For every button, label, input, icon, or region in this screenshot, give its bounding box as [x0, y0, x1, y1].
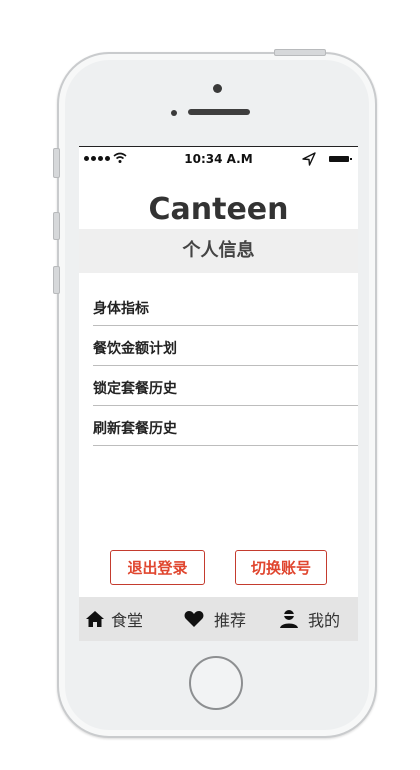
tab-label: 食堂 [111, 611, 144, 630]
silent-switch [53, 148, 60, 178]
menu-item-label: 餐饮金额计划 [93, 341, 177, 357]
battery-icon [329, 156, 352, 162]
home-button[interactable] [189, 656, 243, 710]
tab-bar: 食堂 推荐 我的 [79, 597, 358, 641]
location-arrow-icon [302, 152, 316, 166]
status-bar: 10:34 A.M [79, 146, 358, 170]
phone-screen: 10:34 A.M Canteen 个人信息 身体指标 餐饮金额计划 锁定套餐历… [79, 146, 358, 641]
tab-mine[interactable]: 我的 [279, 597, 340, 641]
tab-canteen[interactable]: 食堂 [85, 597, 143, 641]
tab-label: 推荐 [214, 611, 247, 630]
section-header: 个人信息 [79, 229, 358, 273]
proximity-sensor [171, 110, 177, 116]
menu-item-label: 身体指标 [93, 301, 149, 317]
app-title: Canteen [148, 192, 289, 227]
volume-down-button [53, 266, 60, 294]
volume-up-button [53, 212, 60, 240]
earpiece-speaker [188, 109, 250, 115]
switch-account-button[interactable]: 切换账号 [235, 550, 327, 585]
logout-button[interactable]: 退出登录 [110, 550, 205, 585]
menu-item-label: 锁定套餐历史 [93, 381, 177, 397]
menu-item-refresh-meal-history[interactable]: 刷新套餐历史 [93, 406, 358, 446]
menu-item-locked-meal-history[interactable]: 锁定套餐历史 [93, 366, 358, 406]
user-icon [280, 610, 298, 628]
front-camera [213, 84, 222, 93]
menu-item-body-metrics[interactable]: 身体指标 [93, 286, 358, 326]
menu-item-label: 刷新套餐历史 [93, 421, 177, 437]
heart-icon [184, 611, 204, 627]
tab-recommend[interactable]: 推荐 [184, 597, 246, 641]
section-title: 个人信息 [182, 240, 255, 261]
tab-label: 我的 [308, 611, 341, 630]
profile-menu: 身体指标 餐饮金额计划 锁定套餐历史 刷新套餐历史 [93, 286, 358, 446]
account-actions: 退出登录 切换账号 [79, 550, 358, 586]
home-icon [86, 611, 104, 627]
power-button [274, 49, 326, 56]
menu-item-meal-budget-plan[interactable]: 餐饮金额计划 [93, 326, 358, 366]
